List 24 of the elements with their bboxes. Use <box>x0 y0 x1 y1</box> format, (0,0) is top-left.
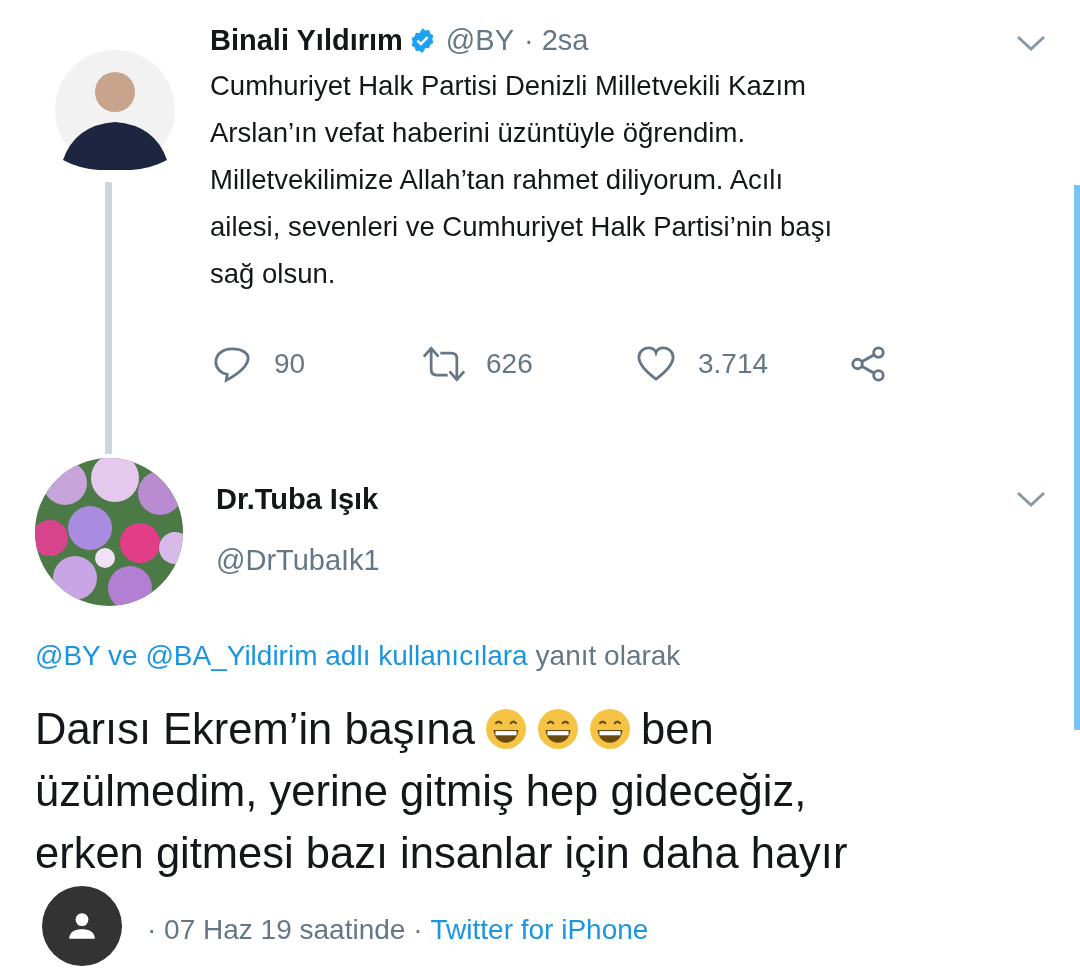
chevron-down-icon[interactable] <box>1016 34 1046 52</box>
timestamp: · 07 Haz 19 saatinde · <box>147 914 423 946</box>
user-name: Binali Yıldırım <box>210 23 403 57</box>
user-handle: @BY <box>445 23 514 57</box>
user-handle: @DrTubaIk1 <box>216 543 380 577</box>
tweet-time: · 2sa <box>524 23 589 57</box>
action-count: 626 <box>486 348 533 380</box>
action-count: 3.714 <box>698 348 769 380</box>
grinning-emoji-icon <box>589 708 631 750</box>
reply-text: üzülmedim, yerine gitmiş hep gideceğiz, erken gitmesi bazı insanlar için daha hayır <box>35 766 849 879</box>
tweet-text: Cumhuriyet Halk Partisi Denizli Milletvekili Kazım Arslan’ın vefat haberini üzüntüyle öğrendim. Milletvekilimize Allah’tan rahmet diliyorum. Acılı ailesi, sevenleri ve Cumhuriyet Halk Partisi’nin başı sağ olsun. <box>210 69 834 291</box>
person-icon <box>66 910 98 942</box>
replying-label: yanıt olarak <box>535 640 681 671</box>
scrollbar[interactable] <box>1074 185 1080 730</box>
action-count: 90 <box>274 348 306 380</box>
grinning-emoji-icon <box>485 708 527 750</box>
chevron-down-icon[interactable] <box>1016 490 1046 508</box>
mention-link[interactable]: @BY ve @BA_Yildirim adlı kullanıcılara <box>35 640 528 671</box>
source-link[interactable]: Twitter for iPhone <box>430 914 649 946</box>
user-name: Dr.Tuba Işık <box>216 482 380 516</box>
reply-text: ben <box>641 704 714 755</box>
retweet-icon[interactable] <box>422 345 466 383</box>
reply-text: Darısı Ekrem’in başına <box>35 704 475 755</box>
grinning-emoji-icon <box>537 708 579 750</box>
